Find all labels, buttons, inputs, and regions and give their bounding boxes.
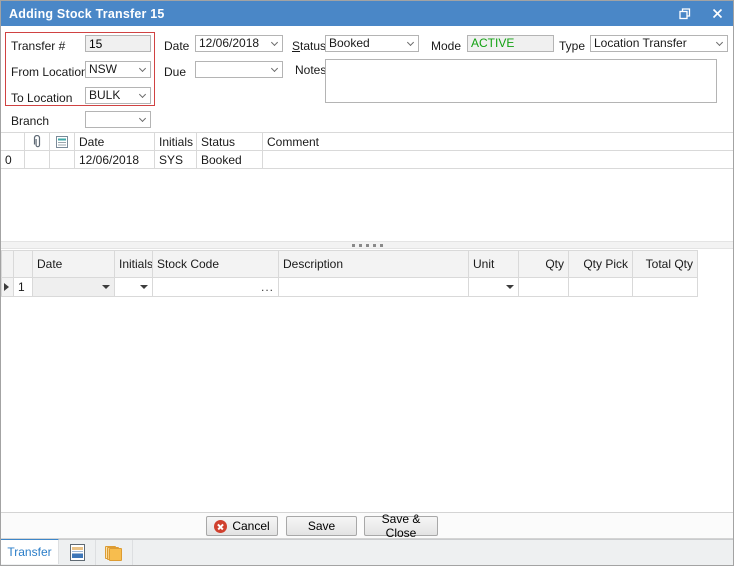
note-icon[interactable] [50,133,75,151]
lines-col-date[interactable]: Date [33,251,115,278]
transfer-number-label: Transfer # [11,39,66,53]
from-location-select[interactable]: NSW [85,61,151,78]
lines-col-initials[interactable]: Initials [115,251,153,278]
status-row-status[interactable]: Booked [197,151,263,169]
status-select[interactable]: Booked [325,35,419,52]
row-number: 0 [1,151,25,169]
chevron-down-icon [406,38,415,46]
lines-col-description[interactable]: Description [279,251,469,278]
documents-icon [105,544,123,561]
status-grid-col-status[interactable]: Status [197,133,263,151]
close-icon[interactable] [709,6,725,22]
to-location-label: To Location [11,91,73,105]
from-location-label: From Location [11,65,88,79]
save-and-close-button[interactable]: Save & Close [364,512,438,540]
line-unit-editor[interactable] [469,278,519,297]
transfer-lines-grid: Date Initials Stock Code Description Uni… [1,250,698,297]
line-stock-code-editor[interactable]: ... [153,278,279,297]
lookup-ellipsis-button[interactable]: ... [261,281,274,293]
status-grid-col-comment[interactable]: Comment [263,133,733,151]
save-button[interactable]: Save [286,516,357,536]
mode-label: Mode [431,39,462,53]
due-date-select[interactable] [195,61,283,78]
type-select[interactable]: Location Transfer [590,35,728,52]
table-row[interactable]: 0 12/06/2018 SYS Booked [1,151,733,169]
row-number: 1 [14,278,33,297]
attachment-cell [25,151,50,169]
line-total-qty-cell[interactable] [633,278,698,297]
bottom-tab-bar: Transfer [1,539,733,565]
date-select[interactable]: 12/06/2018 [195,35,283,52]
chevron-down-icon [270,38,279,46]
status-row-initials[interactable]: SYS [155,151,197,169]
line-date-editor[interactable] [33,278,115,297]
branch-label: Branch [11,114,50,128]
line-qty-pick-cell[interactable] [569,278,633,297]
cancel-icon [214,519,228,533]
dropdown-arrow-icon[interactable] [506,285,514,289]
tab-transfer[interactable]: Transfer [1,539,59,564]
status-grid-col-date[interactable]: Date [75,133,155,151]
notes-label: Notes [295,63,327,77]
status-label: Status [292,39,327,53]
chevron-down-icon [138,64,147,72]
attachment-icon[interactable] [25,133,50,151]
status-history-grid: Date Initials Status Comment 0 12/06/201… [1,132,733,169]
status-row-comment[interactable] [263,151,733,169]
tab-documents[interactable] [96,540,133,565]
rownum-header [14,251,33,278]
table-row: 1 ... [2,278,698,297]
lines-col-stock-code[interactable]: Stock Code [153,251,279,278]
mode-field: ACTIVE [467,35,554,52]
lines-col-total-qty[interactable]: Total Qty [633,251,698,278]
grid-splitter[interactable] [1,241,733,249]
indicator-header [2,251,14,278]
lines-col-unit[interactable]: Unit [469,251,519,278]
chevron-down-icon [138,114,147,122]
stock-transfer-dialog: Adding Stock Transfer 15 Transfer # From… [0,0,734,566]
type-label: Type [559,39,586,53]
notes-textarea[interactable] [325,59,717,103]
branch-select[interactable] [85,111,151,128]
chevron-down-icon [270,64,279,72]
note-cell [50,151,75,169]
transfer-number-field[interactable] [85,35,151,52]
titlebar: Adding Stock Transfer 15 [1,1,733,26]
lines-col-qty-pick[interactable]: Qty Pick [569,251,633,278]
status-grid-col-initials[interactable]: Initials [155,133,197,151]
report-icon [69,544,85,561]
chevron-down-icon [715,38,724,46]
status-row-date[interactable]: 12/06/2018 [75,151,155,169]
status-grid-header: Date Initials Status Comment [1,133,733,151]
cancel-button[interactable]: Cancel [206,516,278,536]
date-label: Date [164,39,190,53]
dropdown-arrow-icon[interactable] [102,285,110,289]
tab-report[interactable] [59,540,96,565]
window-title: Adding Stock Transfer 15 [9,6,165,21]
footer-button-bar: Cancel Save Save & Close [1,512,733,540]
line-description-cell[interactable] [279,278,469,297]
line-initials-editor[interactable] [115,278,153,297]
restore-icon[interactable] [677,6,693,22]
chevron-down-icon [138,90,147,98]
lines-grid-header: Date Initials Stock Code Description Uni… [2,251,698,278]
to-location-select[interactable]: BULK [85,87,151,104]
line-qty-cell[interactable] [519,278,569,297]
lines-col-qty[interactable]: Qty [519,251,569,278]
dropdown-arrow-icon[interactable] [140,285,148,289]
due-label: Due [164,65,187,79]
header-blank[interactable] [1,133,25,151]
active-row-indicator [2,278,14,297]
